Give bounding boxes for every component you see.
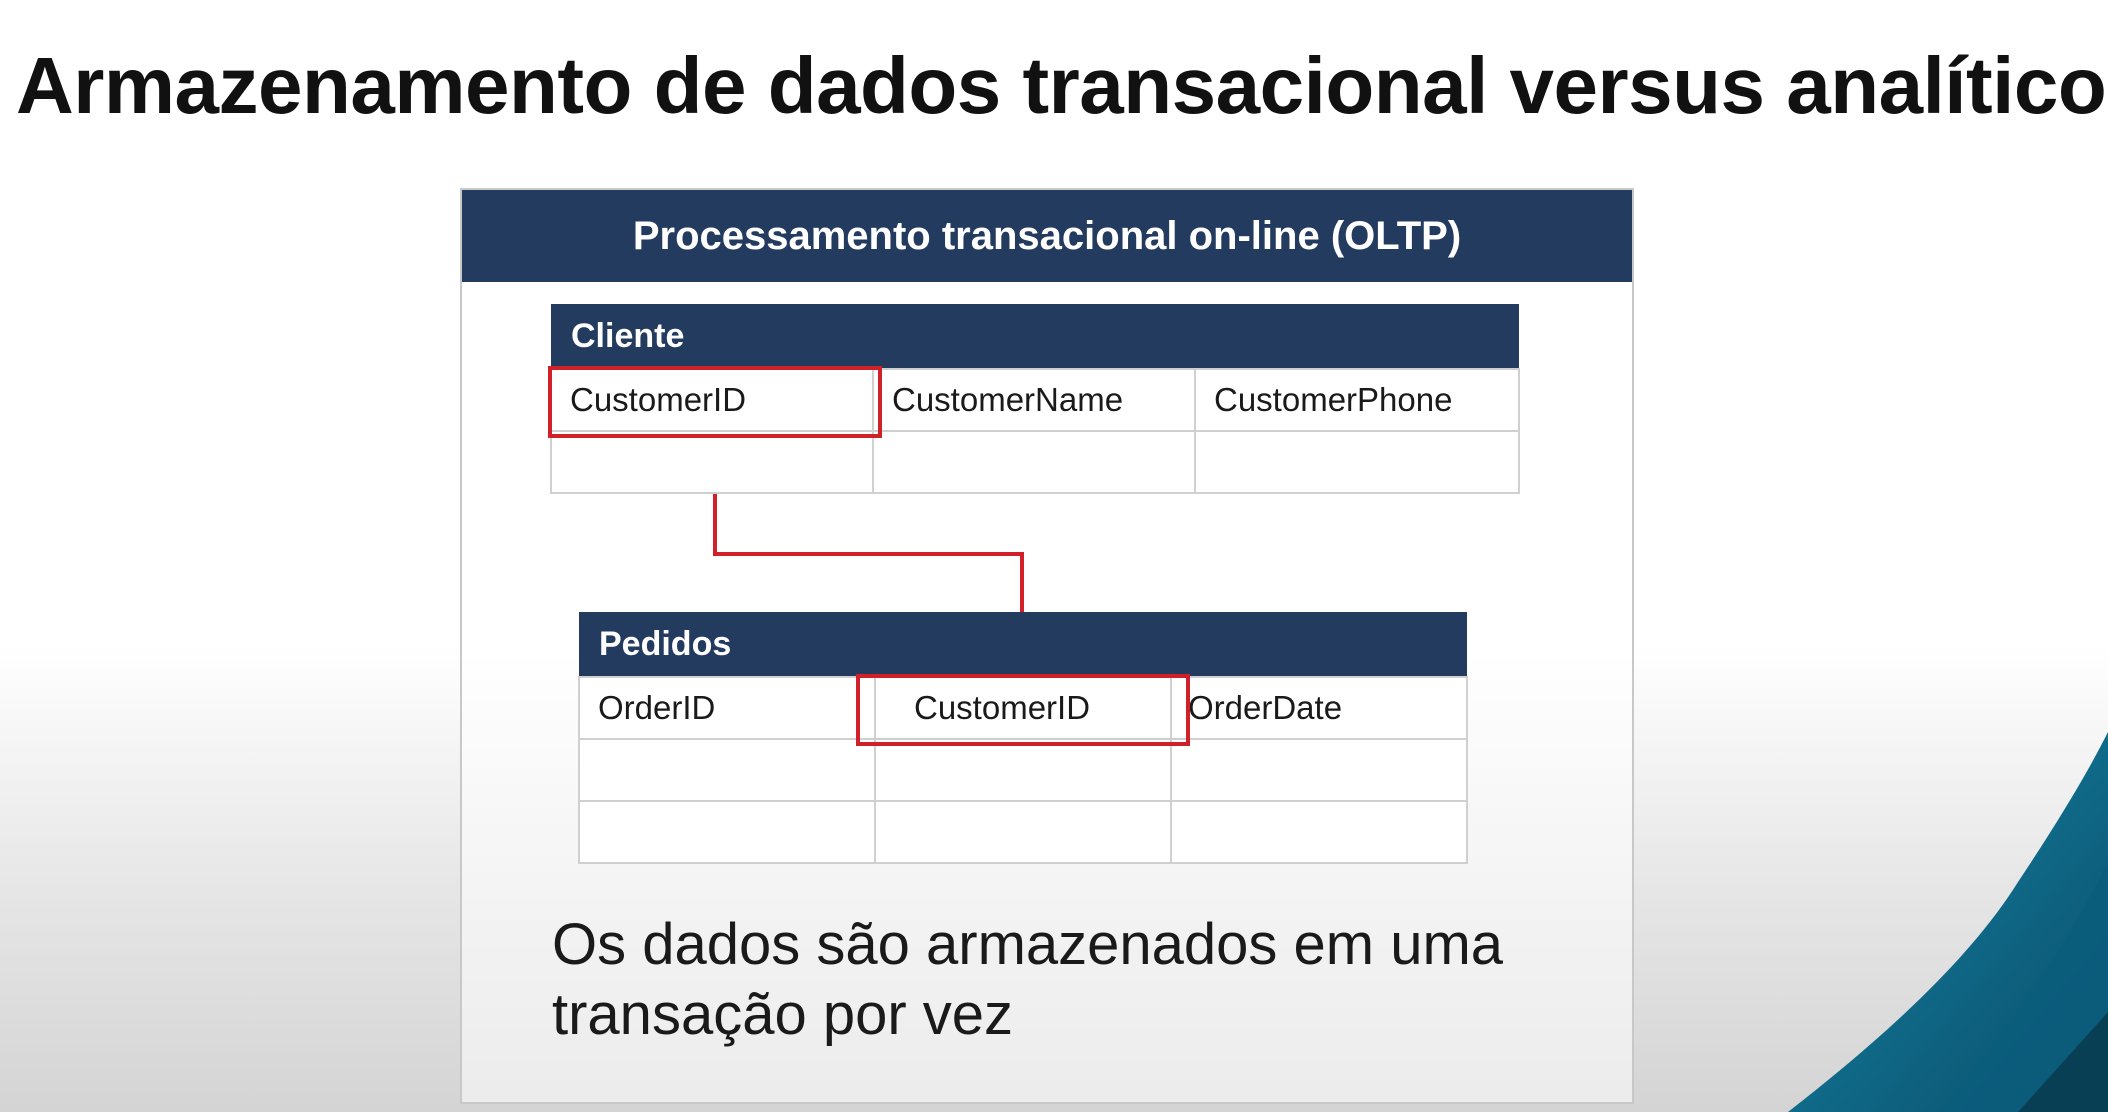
table-row bbox=[578, 800, 1468, 864]
empty-cell bbox=[1170, 800, 1468, 864]
table-pedidos: Pedidos OrderID CustomerID OrderDate bbox=[578, 612, 1468, 864]
empty-cell bbox=[1194, 430, 1520, 494]
column-orderid: OrderID bbox=[578, 676, 876, 740]
column-customerid-fk: CustomerID bbox=[874, 676, 1172, 740]
decorative-corner-shape bbox=[1788, 732, 2108, 1112]
table-row: OrderID CustomerID OrderDate bbox=[578, 676, 1468, 740]
empty-cell bbox=[550, 430, 874, 494]
panel-caption: Os dados são armazenados em uma transaçã… bbox=[552, 912, 1504, 1047]
column-customerid: CustomerID bbox=[550, 368, 874, 432]
empty-cell bbox=[874, 800, 1172, 864]
table-cliente: Cliente CustomerID CustomerName Customer… bbox=[550, 304, 1520, 494]
table-row bbox=[578, 738, 1468, 802]
column-customername: CustomerName bbox=[872, 368, 1196, 432]
empty-cell bbox=[578, 738, 876, 802]
slide-title: Armazenamento de dados transacional vers… bbox=[16, 41, 2107, 130]
table-pedidos-name: Pedidos bbox=[579, 612, 1467, 677]
empty-cell bbox=[578, 800, 876, 864]
table-cliente-name: Cliente bbox=[551, 304, 1519, 369]
panel-header: Processamento transacional on-line (OLTP… bbox=[462, 190, 1632, 282]
table-row: CustomerID CustomerName CustomerPhone bbox=[550, 368, 1520, 432]
column-orderdate: OrderDate bbox=[1170, 676, 1468, 740]
table-row bbox=[550, 430, 1520, 494]
empty-cell bbox=[872, 430, 1196, 494]
oltp-panel: Processamento transacional on-line (OLTP… bbox=[460, 188, 1634, 1104]
column-customerphone: CustomerPhone bbox=[1194, 368, 1520, 432]
empty-cell bbox=[874, 738, 1172, 802]
empty-cell bbox=[1170, 738, 1468, 802]
